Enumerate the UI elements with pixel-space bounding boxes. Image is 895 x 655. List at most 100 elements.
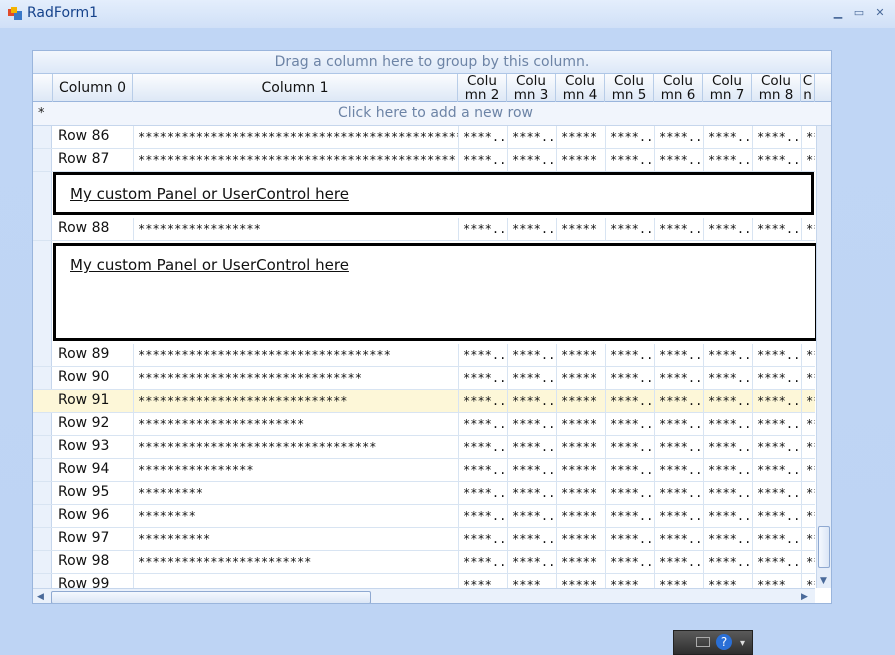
table-row[interactable]: Row 98****************************...***… [33,551,815,574]
table-cell[interactable]: **************** [133,459,458,482]
table-cell[interactable]: ****... [458,218,507,241]
table-cell[interactable]: ****... [703,367,752,390]
header-column-0[interactable]: Column 0 [53,74,133,102]
table-cell[interactable]: ****... [654,436,703,459]
table-cell[interactable]: ****... [605,344,654,367]
table-cell[interactable]: ****... [654,551,703,574]
table-cell[interactable]: ***** [556,218,605,241]
table-row[interactable]: Row 96************...****...*********...… [33,505,815,528]
table-cell[interactable]: ** [801,390,815,413]
scroll-right-icon[interactable]: ▶ [801,592,808,602]
row-label[interactable]: Row 91 [58,392,109,408]
table-cell[interactable]: ** [801,551,815,574]
table-cell[interactable]: ****... [605,218,654,241]
header-column-2[interactable]: Colu mn 2 [458,74,507,102]
table-cell[interactable]: ****... [458,149,507,172]
table-cell[interactable]: ****... [752,413,801,436]
table-cell[interactable]: ****... [752,482,801,505]
table-cell[interactable]: ****... [752,390,801,413]
table-cell[interactable]: ** [801,482,815,505]
table-cell[interactable]: ****... [752,367,801,390]
table-cell[interactable]: ****... [507,551,556,574]
row-label[interactable]: Row 97 [58,530,109,546]
table-cell[interactable]: ****... [752,436,801,459]
table-cell[interactable]: ****... [605,367,654,390]
row-label[interactable]: Row 95 [58,484,109,500]
table-cell[interactable]: ****... [654,459,703,482]
table-cell[interactable]: ****... [654,126,703,149]
table-row[interactable]: Row 90 ******************************* ***… [33,367,815,390]
header-column-8[interactable]: Colu mn 8 [752,74,801,102]
table-cell[interactable]: ****... [654,482,703,505]
table-cell[interactable]: ** [801,436,815,459]
header-column-5[interactable]: Colu mn 5 [605,74,654,102]
table-cell[interactable]: ****... [605,126,654,149]
table-cell[interactable]: ***** [556,528,605,551]
chevron-down-icon[interactable]: ▾ [740,638,745,649]
header-column-4[interactable]: Colu mn 4 [556,74,605,102]
horizontal-scroll-thumb[interactable] [51,591,371,603]
row-label[interactable]: Row 90 [58,369,109,385]
header-column-3[interactable]: Colu mn 3 [507,74,556,102]
table-cell[interactable]: ****... [458,482,507,505]
table-cell[interactable]: ****... [703,126,752,149]
table-cell[interactable]: ****... [458,344,507,367]
table-cell[interactable]: ****... [654,528,703,551]
help-icon[interactable]: ? [716,634,732,650]
table-cell[interactable]: ****... [605,149,654,172]
table-cell[interactable]: ****... [654,149,703,172]
table-cell[interactable]: ****... [752,218,801,241]
table-cell[interactable]: ****... [507,367,556,390]
table-cell[interactable]: ****... [703,551,752,574]
table-cell[interactable]: ****... [703,528,752,551]
table-cell[interactable]: ****... [752,344,801,367]
table-cell[interactable]: ** [801,413,815,436]
table-cell[interactable]: ****... [654,367,703,390]
table-cell[interactable]: ****... [752,528,801,551]
row-label[interactable]: Row 94 [58,461,109,477]
horizontal-scrollbar[interactable]: ◀ ▶ [33,588,815,603]
minimize-icon[interactable]: ▁ [831,6,845,20]
table-cell[interactable]: ****... [507,413,556,436]
table-cell[interactable]: ****... [458,459,507,482]
table-cell[interactable]: ****... [507,528,556,551]
table-cell[interactable]: ****... [458,528,507,551]
table-row[interactable]: Row 89 **********************************… [33,344,815,367]
new-row-label[interactable]: Click here to add a new row [53,105,818,121]
table-cell[interactable]: ***************************** [133,390,458,413]
table-cell[interactable]: ****... [507,505,556,528]
table-cell[interactable]: ** [801,367,815,390]
table-cell[interactable]: ***** [556,126,605,149]
close-icon[interactable]: ✕ [873,6,887,20]
header-column-6[interactable]: Colu mn 6 [654,74,703,102]
table-cell[interactable]: ****... [458,413,507,436]
table-cell[interactable]: ****... [605,482,654,505]
group-panel[interactable]: Drag a column here to group by this colu… [33,51,831,74]
table-cell[interactable]: ****... [507,390,556,413]
table-cell[interactable]: ****... [605,436,654,459]
table-cell[interactable]: ****... [703,149,752,172]
table-cell[interactable]: ***** [556,505,605,528]
row-label[interactable]: Row 98 [58,553,109,569]
table-cell[interactable]: ** [801,459,815,482]
table-cell[interactable]: ****... [458,390,507,413]
table-cell[interactable]: ****... [507,149,556,172]
table-cell[interactable]: ****... [654,218,703,241]
table-cell[interactable]: ***** [556,149,605,172]
custom-panel-1[interactable]: My custom Panel or UserControl here [53,172,814,215]
header-column-7[interactable]: Colu mn 7 [703,74,752,102]
table-cell[interactable]: ****... [703,344,752,367]
table-cell[interactable]: ** [801,149,815,172]
table-cell[interactable]: ****... [752,505,801,528]
table-cell[interactable]: ****... [507,459,556,482]
table-cell[interactable]: ****... [654,344,703,367]
table-cell[interactable]: ****... [703,218,752,241]
table-cell[interactable]: ******** [133,505,458,528]
table-cell[interactable]: ****... [654,413,703,436]
table-cell[interactable]: ***** [556,459,605,482]
row-label[interactable]: Row 86 [58,128,109,144]
vertical-scroll-thumb[interactable] [818,526,830,568]
table-cell[interactable]: ****... [654,390,703,413]
table-cell[interactable]: ****... [507,218,556,241]
table-row[interactable]: Row 87 **********************************… [33,149,815,172]
